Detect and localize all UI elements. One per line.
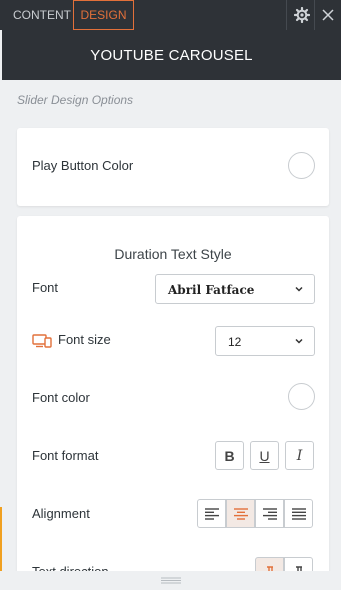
duration-text-style-title: Duration Text Style — [114, 246, 232, 262]
font-color-swatch[interactable] — [288, 383, 315, 410]
widget-title: YOUTUBE CAROUSEL — [90, 47, 253, 64]
font-label: Font — [32, 280, 59, 295]
font-size-label: Font size — [58, 332, 111, 347]
settings-gear-icon[interactable] — [286, 0, 316, 30]
top-tab-bar: CONTENT DESIGN — [0, 0, 341, 30]
bold-button[interactable]: B — [215, 441, 244, 470]
duration-text-style-card: Duration Text Style Font Abril Fatface F… — [17, 216, 329, 590]
tab-content[interactable]: CONTENT — [2, 0, 82, 30]
align-left-button[interactable] — [197, 499, 226, 528]
font-color-label: Font color — [32, 390, 90, 405]
font-format-label: Font format — [32, 448, 99, 463]
resize-handle[interactable] — [0, 571, 341, 590]
alignment-buttons — [197, 499, 313, 528]
play-button-color-swatch[interactable] — [288, 152, 315, 179]
underline-button[interactable]: U — [250, 441, 279, 470]
alignment-label: Alignment — [32, 506, 90, 521]
chevron-down-icon — [295, 286, 303, 292]
close-icon[interactable] — [314, 0, 341, 30]
section-label: Slider Design Options — [17, 93, 134, 107]
align-justify-button[interactable] — [284, 499, 313, 528]
tab-design[interactable]: DESIGN — [73, 0, 134, 30]
responsive-devices-icon — [32, 334, 52, 348]
font-select[interactable]: Abril Fatface — [155, 274, 315, 304]
align-justify-icon — [291, 507, 306, 520]
align-left-icon — [204, 507, 219, 520]
widget-title-header: YOUTUBE CAROUSEL — [2, 30, 341, 80]
font-select-value: Abril Fatface — [168, 283, 255, 297]
font-format-buttons: B U I — [209, 441, 314, 470]
align-right-button[interactable] — [255, 499, 284, 528]
font-size-select[interactable]: 12 — [215, 326, 315, 356]
italic-button[interactable]: I — [285, 441, 314, 470]
align-right-icon — [262, 507, 277, 520]
chevron-down-icon — [295, 338, 303, 344]
font-size-value: 12 — [228, 335, 242, 349]
align-center-button[interactable] — [226, 499, 255, 528]
play-button-card: Play Button Color — [17, 128, 329, 206]
design-panel: Slider Design Options Play Button Color … — [2, 80, 341, 590]
play-button-color-label: Play Button Color — [32, 158, 134, 173]
align-center-icon — [233, 507, 248, 520]
drag-handle-icon — [160, 577, 181, 584]
